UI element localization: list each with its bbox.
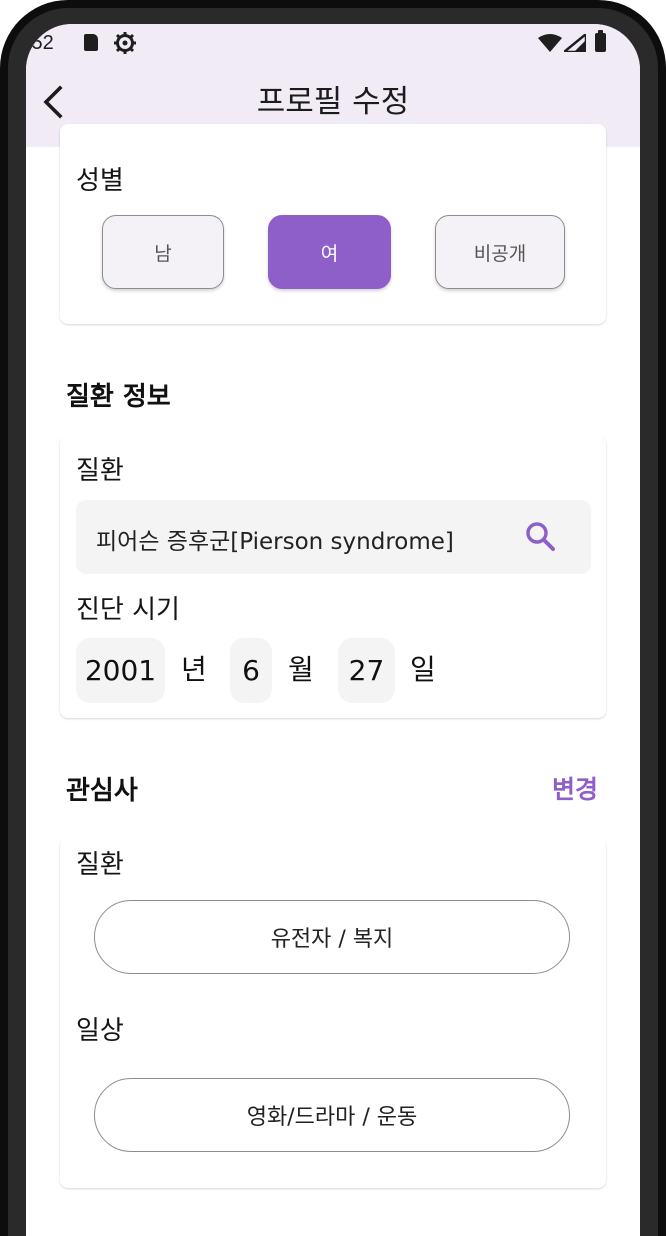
search-icon[interactable]	[524, 520, 558, 558]
year-unit: 년	[181, 653, 207, 686]
screen: :52 프로필 수정 성별 남 여 비공개 질환 정보 질환 피어슨 증후군[P…	[26, 24, 640, 1236]
gender-female-button[interactable]: 여	[268, 215, 391, 289]
month-unit: 월	[288, 653, 314, 686]
gender-private-button[interactable]: 비공개	[435, 215, 565, 289]
interest-daily-chip[interactable]: 영화/드라마 / 운동	[94, 1078, 570, 1152]
day-unit: 일	[410, 653, 436, 686]
disease-info-title: 질환 정보	[66, 382, 171, 412]
gear-icon	[114, 32, 136, 58]
signal-icon	[562, 32, 588, 56]
phone-frame: :52 프로필 수정 성별 남 여 비공개 질환 정보 질환 피어슨 증후군[P…	[0, 0, 666, 1236]
sd-card-icon	[84, 34, 98, 51]
gender-male-button[interactable]: 남	[102, 215, 224, 289]
battery-icon	[595, 30, 606, 52]
diagnosis-date-label: 진단 시기	[76, 595, 180, 625]
interests-title: 관심사	[66, 776, 138, 806]
disease-search-field[interactable]: 피어슨 증후군[Pierson syndrome]	[76, 500, 591, 574]
interest-daily-label: 일상	[76, 1016, 124, 1046]
wifi-icon	[538, 34, 562, 56]
change-interests-button[interactable]: 변경	[552, 770, 598, 806]
day-field[interactable]: 27	[338, 638, 395, 703]
disease-label: 질환	[76, 456, 124, 486]
interest-disease-label: 질환	[76, 850, 124, 880]
year-field[interactable]: 2001	[76, 638, 165, 703]
gender-label: 성별	[76, 166, 124, 196]
interest-disease-chip[interactable]: 유전자 / 복지	[94, 900, 570, 974]
disease-search-value: 피어슨 증후군[Pierson syndrome]	[96, 529, 454, 555]
month-field[interactable]: 6	[230, 638, 272, 703]
page-title: 프로필 수정	[256, 84, 410, 120]
status-time: :52	[26, 32, 54, 54]
